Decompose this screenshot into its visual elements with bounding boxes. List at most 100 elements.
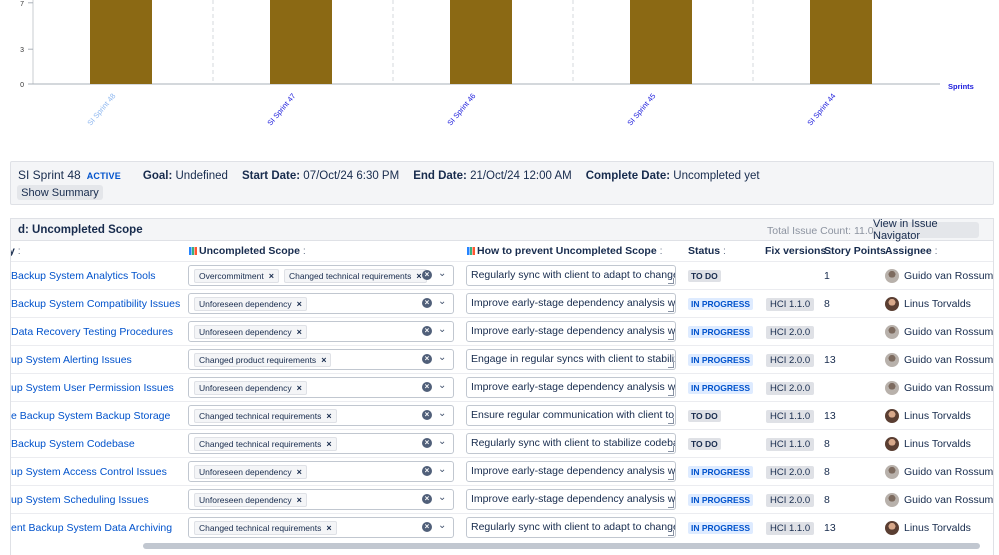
x-category-label: SI Sprint 45 [625,92,657,128]
status-cell: IN PROGRESS [688,346,760,374]
chevron-down-icon[interactable]: ⌄ [438,436,446,447]
scope-tag: Changed technical requirements× [284,269,427,283]
clear-icon[interactable]: × [422,522,432,532]
story-points: 13 [824,402,874,430]
resize-handle-icon[interactable] [668,530,674,536]
chevron-down-icon[interactable]: ⌄ [438,492,446,503]
remove-tag-icon[interactable]: × [269,271,274,281]
clear-icon[interactable]: × [422,438,432,448]
col-status[interactable]: Status : [688,245,726,257]
prevent-textarea[interactable]: Improve early-stage dependency analysis … [466,293,676,314]
chevron-down-icon[interactable]: ⌄ [438,352,446,363]
chevron-down-icon[interactable]: ⌄ [438,408,446,419]
clear-icon[interactable]: × [422,326,432,336]
resize-handle-icon[interactable] [668,446,674,452]
chart-icon [189,247,197,255]
prevent-textarea[interactable]: Ensure regular communication with client… [466,405,676,426]
chevron-down-icon[interactable]: ⌄ [438,296,446,307]
prevent-textarea[interactable]: Improve early-stage dependency analysis … [466,489,676,510]
assignee-name: Guido van Rossum [904,354,993,366]
uncompleted-scope-select[interactable]: Unforeseen dependency××⌄ [188,377,454,398]
assignee-cell: Guido van Rossum [885,262,994,290]
prevent-textarea[interactable]: Regularly sync with client to adapt to c… [466,517,676,538]
remove-tag-icon[interactable]: × [297,495,302,505]
prevent-textarea[interactable]: Improve early-stage dependency analysis … [466,377,676,398]
clear-icon[interactable]: × [422,270,432,280]
col-assignee[interactable]: Assignee : [885,245,938,257]
issue-summary-link[interactable]: Backup System Codebase [11,430,183,458]
col-uncompleted-scope[interactable]: Uncompleted Scope : [189,245,306,257]
chevron-down-icon[interactable]: ⌄ [438,268,446,279]
uncompleted-scope-select[interactable]: Changed technical requirements××⌄ [188,405,454,426]
resize-handle-icon[interactable] [668,334,674,340]
story-points: 8 [824,290,874,318]
status-cell: TO DO [688,262,760,290]
scope-tag: Changed technical requirements× [194,409,337,423]
remove-tag-icon[interactable]: × [297,467,302,477]
remove-tag-icon[interactable]: × [326,411,331,421]
issue-summary-link[interactable]: Backup System Analytics Tools [11,262,183,290]
remove-tag-icon[interactable]: × [321,355,326,365]
remove-tag-icon[interactable]: × [326,523,331,533]
col-fix-versions[interactable]: Fix versions : [765,245,832,257]
view-in-issue-navigator-button[interactable]: View in Issue Navigator [873,222,979,238]
uncompleted-scope-select[interactable]: Unforeseen dependency××⌄ [188,489,454,510]
resize-handle-icon[interactable] [668,306,674,312]
fix-version-badge: HCI 2.0.0 [766,354,814,367]
clear-icon[interactable]: × [422,466,432,476]
issue-summary-link[interactable]: Data Recovery Testing Procedures [11,318,183,346]
clear-icon[interactable]: × [422,354,432,364]
col-how-to-prevent[interactable]: How to prevent Uncompleted Scope : [467,245,663,257]
uncompleted-scope-select[interactable]: Overcommitment×Changed technical require… [188,265,454,286]
remove-tag-icon[interactable]: × [297,383,302,393]
issue-summary-link[interactable]: e Backup System Backup Storage [11,402,183,430]
clear-icon[interactable]: × [422,382,432,392]
fix-version-cell: HCI 2.0.0 [766,318,821,346]
issue-summary-link[interactable]: up System Scheduling Issues [11,486,183,514]
table-row: up System Scheduling IssuesUnforeseen de… [11,485,994,513]
uncompleted-scope-select[interactable]: Changed technical requirements××⌄ [188,517,454,538]
status-badge: TO DO [688,270,721,282]
resize-handle-icon[interactable] [668,418,674,424]
prevent-textarea[interactable]: Improve early-stage dependency analysis … [466,321,676,342]
issue-summary-link[interactable]: up System Alerting Issues [11,346,183,374]
remove-tag-icon[interactable]: × [416,271,421,281]
issue-summary-link[interactable]: ent Backup System Data Archiving [11,514,183,542]
resize-handle-icon[interactable] [668,502,674,508]
col-story-points[interactable]: Story Points : [824,245,892,257]
remove-tag-icon[interactable]: × [297,327,302,337]
chevron-down-icon[interactable]: ⌄ [438,324,446,335]
fix-version-cell: HCI 1.1.0 [766,430,821,458]
horizontal-scrollbar[interactable] [143,543,980,549]
col-summary[interactable]: y : [10,245,21,257]
resize-handle-icon[interactable] [668,278,674,284]
chevron-down-icon[interactable]: ⌄ [438,520,446,531]
show-summary-button[interactable]: Show Summary [17,185,103,200]
chevron-down-icon[interactable]: ⌄ [438,464,446,475]
prevent-textarea[interactable]: Regularly sync with client to stabilize … [466,433,676,454]
status-cell: TO DO [688,430,760,458]
issue-summary-link[interactable]: up System Access Control Issues [11,458,183,486]
clear-icon[interactable]: × [422,298,432,308]
issue-summary-link[interactable]: up System User Permission Issues [11,374,183,402]
uncompleted-scope-select[interactable]: Unforeseen dependency××⌄ [188,461,454,482]
chevron-down-icon[interactable]: ⌄ [438,380,446,391]
assignee-name: Linus Torvalds [904,410,971,422]
remove-tag-icon[interactable]: × [297,299,302,309]
prevent-textarea[interactable]: Improve early-stage dependency analysis … [466,461,676,482]
uncompleted-scope-select[interactable]: Unforeseen dependency××⌄ [188,321,454,342]
uncompleted-scope-select[interactable]: Unforeseen dependency××⌄ [188,293,454,314]
issue-summary-link[interactable]: Backup System Compatibility Issues [11,290,183,318]
uncompleted-scope-select[interactable]: Changed technical requirements××⌄ [188,433,454,454]
clear-icon[interactable]: × [422,494,432,504]
uncompleted-scope-select[interactable]: Changed product requirements××⌄ [188,349,454,370]
clear-icon[interactable]: × [422,410,432,420]
prevent-textarea[interactable]: Engage in regular syncs with client to s… [466,349,676,370]
remove-tag-icon[interactable]: × [326,439,331,449]
sprint-end-date: End Date: 21/Oct/24 12:00 AM [413,170,572,182]
prevent-textarea[interactable]: Regularly sync with client to adapt to c… [466,265,676,286]
assignee-name: Linus Torvalds [904,438,971,450]
resize-handle-icon[interactable] [668,390,674,396]
resize-handle-icon[interactable] [668,362,674,368]
resize-handle-icon[interactable] [668,474,674,480]
